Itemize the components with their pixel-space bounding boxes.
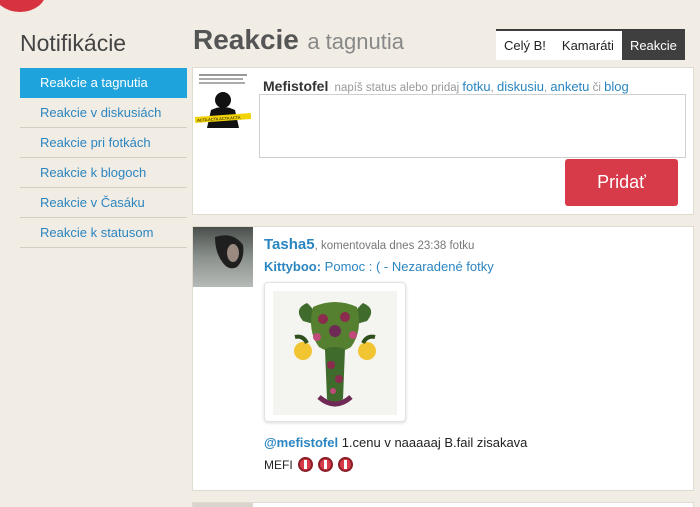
feed-item: Tasha5, komentovala dnes 23:38 fotku Kit… [192,226,694,491]
tab-kamarati[interactable]: Kamaráti [553,31,622,60]
sidebar-item-reakcie-v-casaku[interactable]: Reakcie v Časáku [20,188,187,218]
photo-image [273,291,397,415]
page-title: Reakcie a tagnutia [193,24,404,56]
feed-context: Kittyboo: Pomoc : ( - Nezaradené fotky [264,259,494,274]
composer-prompt: napíš status alebo pridaj [334,82,460,94]
feed-item-next [192,502,694,507]
submit-button[interactable]: Pridať [565,159,678,206]
avatar[interactable] [193,227,253,287]
link-anketu[interactable]: anketu [550,79,589,94]
reaction-icon[interactable] [317,457,333,472]
feed-action: , komentovala dnes 23:38 fotku [314,240,475,252]
acta-avatar-image: ACTA ACTA ACTA ACTA [193,68,253,128]
filter-tabs: Celý B! Kamaráti Reakcie [496,29,685,60]
composer-username: Mefistofel [263,78,329,94]
avatar[interactable]: ACTA ACTA ACTA ACTA [193,68,253,128]
flower-arrangement-image [273,291,397,415]
feed-username[interactable]: Tasha5 [264,236,315,253]
feed-comment: @mefistofel 1.cenu v naaaaaj B.fail zisa… [264,435,527,450]
status-textarea[interactable] [259,94,686,158]
user-photo-image [193,227,253,287]
status-composer: ACTA ACTA ACTA ACTA Mefistofel napíš sta… [192,67,694,215]
reaction-label: MEFI [264,457,293,472]
reaction-icon[interactable] [297,457,313,472]
avatar[interactable] [193,503,253,507]
tab-cely-b[interactable]: Celý B! [496,31,554,60]
sidebar-item-reakcie-v-diskusiach[interactable]: Reakcie v diskusiách [20,98,187,128]
sidebar-item-reakcie-k-blogoch[interactable]: Reakcie k blogoch [20,158,187,188]
comment-text: 1.cenu v naaaaaj B.fail zisakava [338,435,528,450]
context-user-link[interactable]: Kittyboo: [264,259,321,274]
sidebar-item-reakcie-a-tagnutia[interactable]: Reakcie a tagnutia [20,68,187,98]
tab-reakcie[interactable]: Reakcie [621,31,685,60]
page-title-main: Reakcie [193,24,299,55]
context-album-link[interactable]: Pomoc : ( - Nezaradené fotky [325,259,494,274]
link-diskusiu[interactable]: diskusiu [497,79,544,94]
reactions: MEFI [264,457,353,472]
comment-mention[interactable]: @mefistofel [264,435,338,450]
reaction-icon[interactable] [337,457,353,472]
sidebar-title: Notifikácie [20,30,127,56]
photo-thumbnail[interactable] [264,282,406,422]
sidebar-item-reakcie-pri-fotkach[interactable]: Reakcie pri fotkách [20,128,187,158]
link-fotku[interactable]: fotku [462,79,490,94]
feed-meta: Tasha5, komentovala dnes 23:38 fotku [264,236,474,253]
sidebar-item-reakcie-k-statusom[interactable]: Reakcie k statusom [20,218,187,248]
composer-prompt-line: Mefistofel napíš status alebo pridaj fot… [263,78,629,94]
separator-or: či [592,82,601,94]
link-blog[interactable]: blog [604,79,629,94]
logo[interactable] [0,0,46,12]
sidebar: Notifikácie Reakcie a tagnutia Reakcie v… [20,30,187,248]
page-title-sub: a tagnutia [307,29,404,54]
